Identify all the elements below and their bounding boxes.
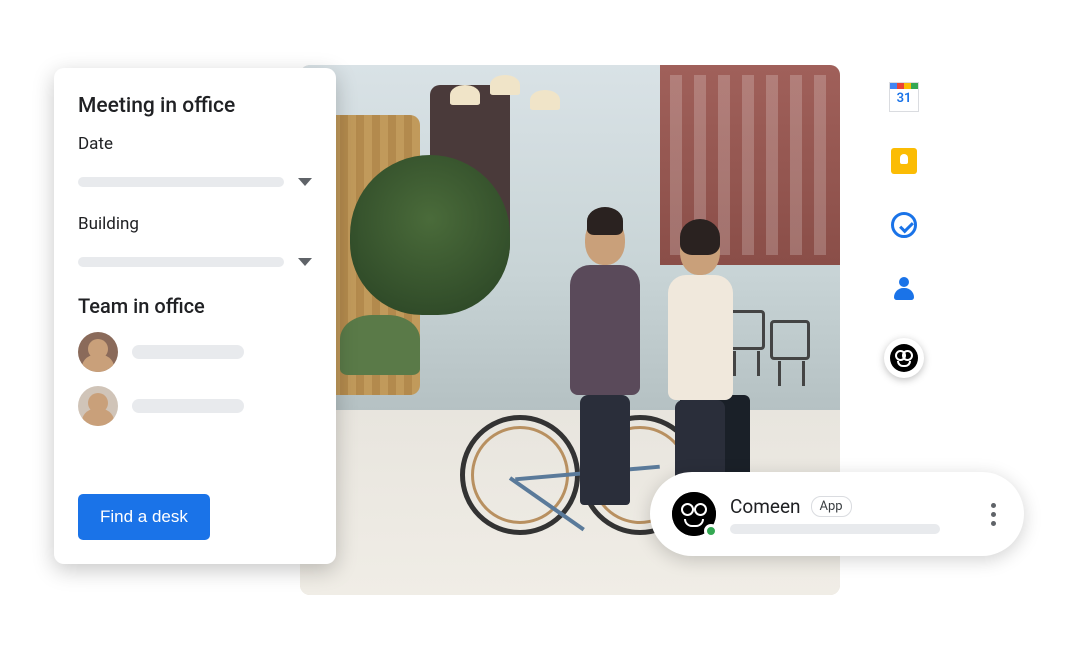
presence-indicator-online <box>704 524 718 538</box>
app-badge: App <box>811 496 852 517</box>
meeting-in-office-card: Meeting in office Date Building Team in … <box>54 68 336 564</box>
comeen-chat-avatar <box>672 492 716 536</box>
building-select[interactable] <box>78 244 312 280</box>
team-section-title: Team in office <box>78 294 312 318</box>
calendar-day-number: 31 <box>890 91 918 106</box>
more-options-icon[interactable] <box>991 503 1002 526</box>
chat-app-pill[interactable]: Comeen App <box>650 472 1024 556</box>
card-title: Meeting in office <box>78 94 312 118</box>
team-member-row <box>78 386 312 426</box>
avatar <box>78 386 118 426</box>
chevron-down-icon <box>298 178 312 186</box>
building-placeholder-bar <box>78 257 284 267</box>
avatar <box>78 332 118 372</box>
keep-icon[interactable] <box>889 146 919 176</box>
team-member-name-placeholder <box>132 399 244 413</box>
date-label: Date <box>78 134 312 154</box>
date-placeholder-bar <box>78 177 284 187</box>
calendar-icon[interactable]: 31 <box>889 82 919 112</box>
team-member-row <box>78 332 312 372</box>
team-member-name-placeholder <box>132 345 244 359</box>
tasks-icon[interactable] <box>889 210 919 240</box>
find-a-desk-button[interactable]: Find a desk <box>78 494 210 540</box>
chat-message-placeholder <box>730 524 940 534</box>
comeen-addon-icon[interactable] <box>884 338 924 378</box>
building-label: Building <box>78 214 312 234</box>
date-select[interactable] <box>78 164 312 200</box>
chevron-down-icon <box>298 258 312 266</box>
side-panel-icons: 31 <box>882 82 926 378</box>
chat-app-name: Comeen <box>730 495 801 518</box>
contacts-icon[interactable] <box>889 274 919 304</box>
